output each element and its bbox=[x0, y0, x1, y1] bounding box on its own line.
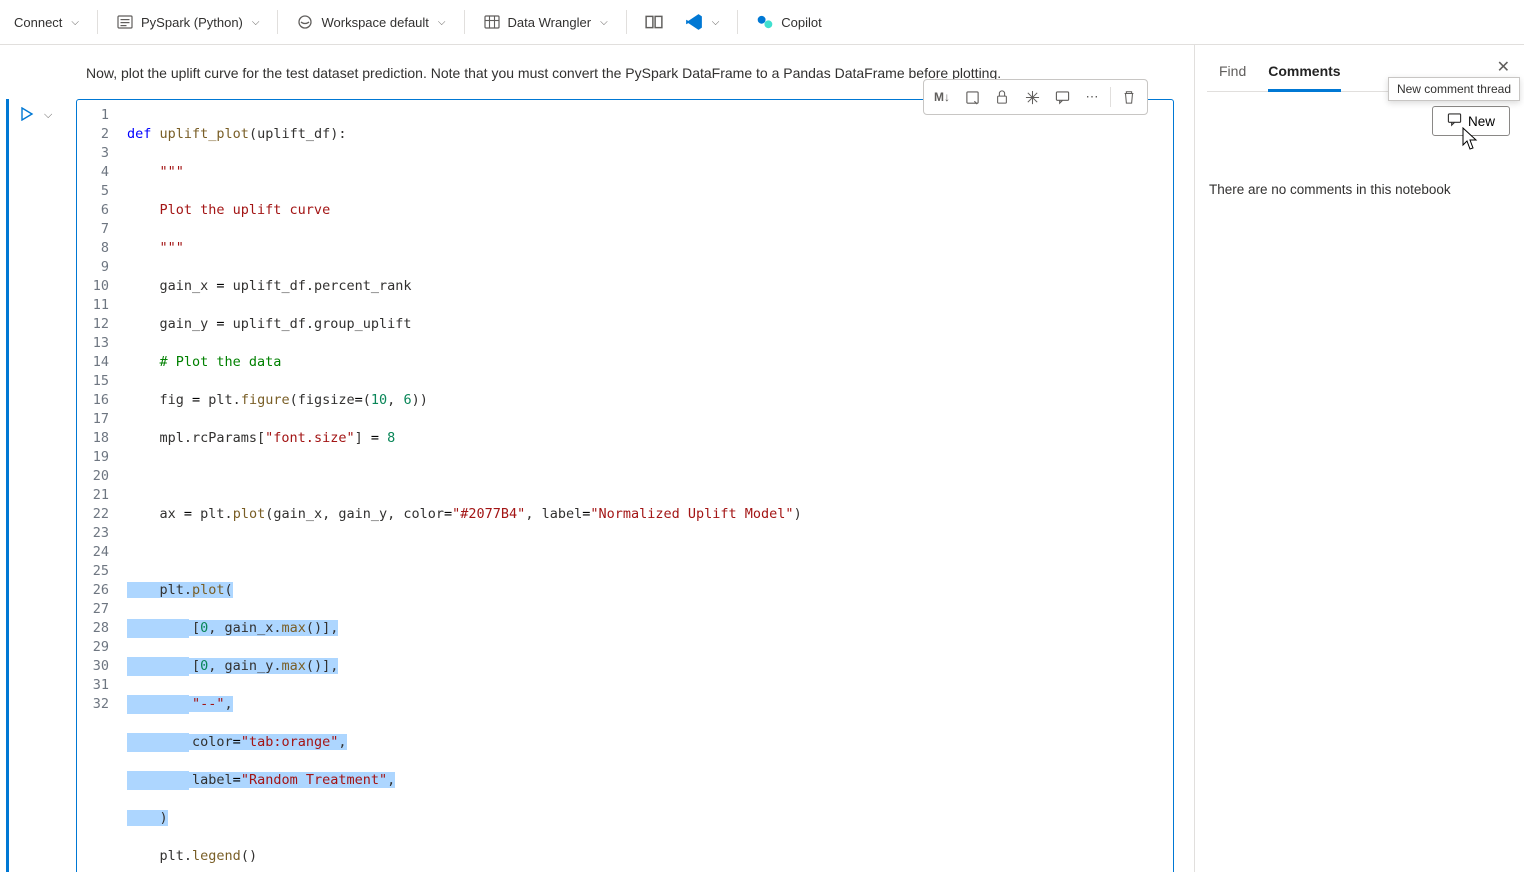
layout-icon bbox=[645, 13, 663, 31]
data-wrangler-button[interactable]: Data Wrangler ⌵ bbox=[473, 6, 618, 38]
delete-cell-button[interactable] bbox=[1115, 83, 1143, 111]
line-gutter: 1234567891011121314151617181920212223242… bbox=[77, 106, 127, 872]
cell-active-indicator bbox=[6, 99, 9, 872]
copilot-label: Copilot bbox=[781, 15, 821, 30]
workspace-selector[interactable]: Workspace default ⌵ bbox=[286, 6, 455, 38]
data-wrangler-icon bbox=[483, 13, 501, 31]
pyspark-icon bbox=[116, 13, 134, 31]
tab-comments[interactable]: Comments bbox=[1268, 63, 1340, 92]
more-cell-button[interactable]: ⋯ bbox=[1078, 83, 1106, 111]
kernel-selector[interactable]: PySpark (Python) ⌵ bbox=[106, 6, 269, 38]
run-cell-button[interactable] bbox=[20, 107, 34, 124]
separator bbox=[1110, 87, 1111, 107]
new-comment-button[interactable]: New bbox=[1432, 106, 1510, 136]
panel-body: New There are no comments in this notebo… bbox=[1207, 92, 1512, 211]
connect-label: Connect bbox=[14, 15, 62, 30]
vscode-icon bbox=[685, 13, 703, 31]
cell-toolbar: M↓ ⋯ bbox=[923, 79, 1148, 115]
markdown-toggle-button[interactable]: M↓ bbox=[928, 83, 956, 111]
notebook-scroll[interactable]: Now, plot the uplift curve for the test … bbox=[0, 45, 1194, 872]
empty-comments-message: There are no comments in this notebook bbox=[1209, 136, 1510, 197]
chevron-down-icon: ⌵ bbox=[600, 17, 608, 28]
separator bbox=[464, 10, 465, 34]
data-wrangler-label: Data Wrangler bbox=[508, 15, 592, 30]
code-content[interactable]: def uplift_plot(uplift_df): """ Plot the… bbox=[127, 106, 1173, 872]
comment-icon bbox=[1447, 112, 1462, 130]
code-cell: ⌵ M↓ ⋯ 1234567891011121314151617181920 bbox=[6, 99, 1174, 872]
chevron-down-icon: ⌵ bbox=[71, 17, 79, 28]
separator bbox=[97, 10, 98, 34]
separator bbox=[626, 10, 627, 34]
lock-cell-button[interactable] bbox=[988, 83, 1016, 111]
chevron-down-icon: ⌵ bbox=[438, 17, 446, 28]
layout-button[interactable] bbox=[635, 6, 673, 38]
separator bbox=[277, 10, 278, 34]
chevron-down-icon: ⌵ bbox=[712, 17, 720, 28]
new-comment-label: New bbox=[1468, 114, 1495, 129]
workspace-icon bbox=[296, 13, 314, 31]
top-toolbar: Connect ⌵ PySpark (Python) ⌵ Workspace d… bbox=[0, 0, 1524, 45]
workspace-label: Workspace default bbox=[321, 15, 428, 30]
freeze-cell-button[interactable] bbox=[1018, 83, 1046, 111]
chevron-down-icon: ⌵ bbox=[252, 17, 260, 28]
connect-button[interactable]: Connect ⌵ bbox=[4, 6, 89, 38]
comment-cell-button[interactable] bbox=[1048, 83, 1076, 111]
notebook-area: Now, plot the uplift curve for the test … bbox=[0, 45, 1194, 872]
tooltip: New comment thread bbox=[1388, 77, 1520, 101]
markdown-cell: Now, plot the uplift curve for the test … bbox=[0, 65, 1060, 99]
code-editor[interactable]: 1234567891011121314151617181920212223242… bbox=[77, 100, 1173, 872]
comments-panel: ✕ Find Comments New comment thread New T… bbox=[1194, 45, 1524, 872]
kernel-label: PySpark (Python) bbox=[141, 15, 243, 30]
expand-cell-button[interactable]: ⌵ bbox=[44, 109, 52, 122]
copilot-icon bbox=[756, 13, 774, 31]
convert-cell-button[interactable] bbox=[958, 83, 986, 111]
vscode-button[interactable]: ⌵ bbox=[675, 6, 730, 38]
separator bbox=[737, 10, 738, 34]
cell-editor-box[interactable]: 1234567891011121314151617181920212223242… bbox=[76, 99, 1174, 872]
copilot-button[interactable]: Copilot bbox=[746, 6, 831, 38]
tab-find[interactable]: Find bbox=[1219, 63, 1246, 91]
main-area: Now, plot the uplift curve for the test … bbox=[0, 45, 1524, 872]
